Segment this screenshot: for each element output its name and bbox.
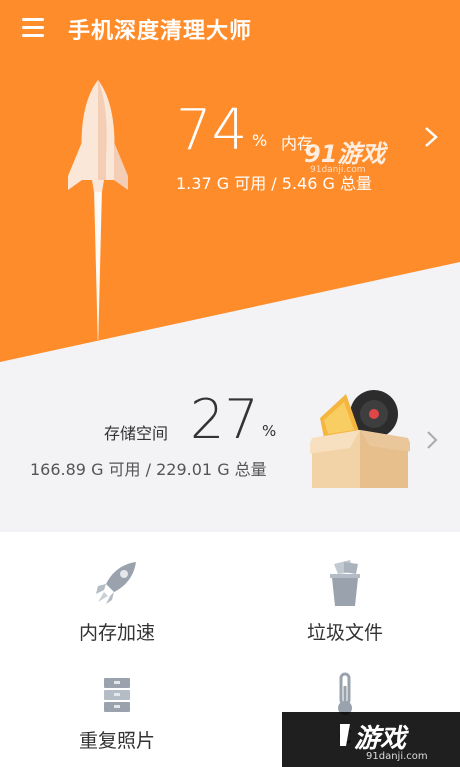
watermark-91-glyph: 91 [304, 140, 338, 168]
chevron-right-icon[interactable] [424, 126, 438, 148]
tool-junk-files[interactable]: 垃圾文件 [265, 558, 425, 645]
photo-stack-icon [104, 678, 130, 712]
hamburger-menu-icon[interactable] [22, 18, 44, 38]
tool-duplicate-photos[interactable]: 重复照片 [37, 676, 197, 753]
watermark-site: 91danji.com [310, 165, 366, 175]
storage-percent: 27 [190, 388, 259, 451]
storage-detail: 166.89 G 可用 / 229.01 G 总量 [30, 460, 267, 479]
tool-memory-boost[interactable]: 内存加速 [37, 558, 197, 645]
chevron-right-icon[interactable] [426, 430, 438, 450]
storage-label: 存储空间 [104, 424, 169, 443]
tool-label: 内存加速 [78, 622, 155, 644]
watermark-overlay: 游戏 91danji.com [282, 712, 460, 767]
thermometer-icon [338, 672, 352, 715]
storage-box-icon [310, 390, 410, 488]
watermark-91-icon [340, 724, 350, 746]
tool-label: 重复照片 [78, 730, 155, 752]
watermark-brand: 游戏 [354, 724, 407, 754]
watermark-logo: 91游戏 [304, 134, 385, 169]
rocket-icon [96, 562, 136, 604]
memory-panel: 手机深度清理大师 74 % 内存 1.37 G 可用 / 5.46 G 总量 9… [0, 0, 460, 372]
app-title: 手机深度清理大师 [68, 19, 253, 44]
rocket-icon [68, 80, 128, 340]
memory-percent-unit: % [252, 131, 268, 150]
tool-label: 垃圾文件 [306, 622, 383, 644]
trash-bin-icon [330, 560, 360, 606]
storage-percent-unit: % [262, 422, 277, 440]
watermark-brand: 游戏 [337, 140, 386, 168]
watermark-site: 91danji.com [366, 751, 428, 762]
memory-percent: 74 [176, 98, 248, 163]
